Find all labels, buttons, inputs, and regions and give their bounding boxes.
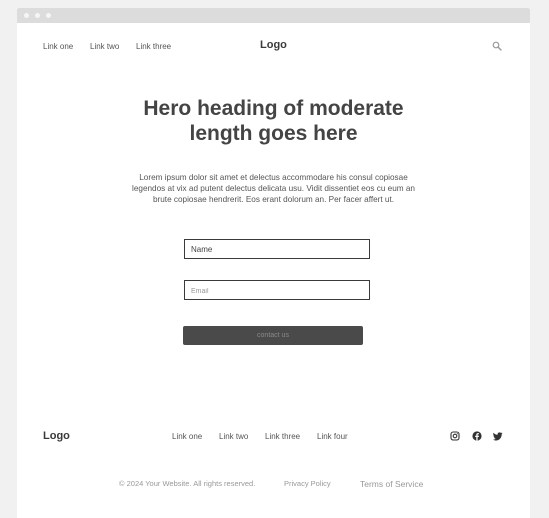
copyright-text: © 2024 Your Website. All rights reserved… xyxy=(119,479,256,488)
footer-logo[interactable]: Logo xyxy=(43,430,70,442)
nav-link-one[interactable]: Link one xyxy=(43,42,73,51)
hero-heading: Hero heading of moderate length goes her… xyxy=(143,97,404,145)
window-dot[interactable] xyxy=(35,13,40,18)
nav-link-two[interactable]: Link two xyxy=(90,42,119,51)
window-titlebar xyxy=(17,8,530,23)
footer-link-four[interactable]: Link four xyxy=(317,432,348,441)
hero-paragraph: Lorem ipsum dolor sit amet et delectus a… xyxy=(132,173,415,204)
header-logo[interactable]: Logo xyxy=(260,39,287,51)
window-dot[interactable] xyxy=(46,13,51,18)
instagram-icon[interactable] xyxy=(450,431,460,441)
window-dot[interactable] xyxy=(24,13,29,18)
footer-link-two[interactable]: Link two xyxy=(219,432,248,441)
footer-link-one[interactable]: Link one xyxy=(172,432,202,441)
browser-window: Link one Link two Link three Logo Hero h… xyxy=(17,8,530,518)
footer-link-three[interactable]: Link three xyxy=(265,432,300,441)
twitter-icon[interactable] xyxy=(493,431,503,441)
terms-of-service-link[interactable]: Terms of Service xyxy=(360,479,423,489)
nav-link-three[interactable]: Link three xyxy=(136,42,171,51)
privacy-policy-link[interactable]: Privacy Policy xyxy=(284,479,331,488)
search-icon[interactable] xyxy=(492,41,502,51)
email-field[interactable] xyxy=(184,280,370,300)
name-field[interactable] xyxy=(184,239,370,259)
contact-us-button[interactable]: contact us xyxy=(183,326,363,345)
facebook-icon[interactable] xyxy=(472,431,482,441)
